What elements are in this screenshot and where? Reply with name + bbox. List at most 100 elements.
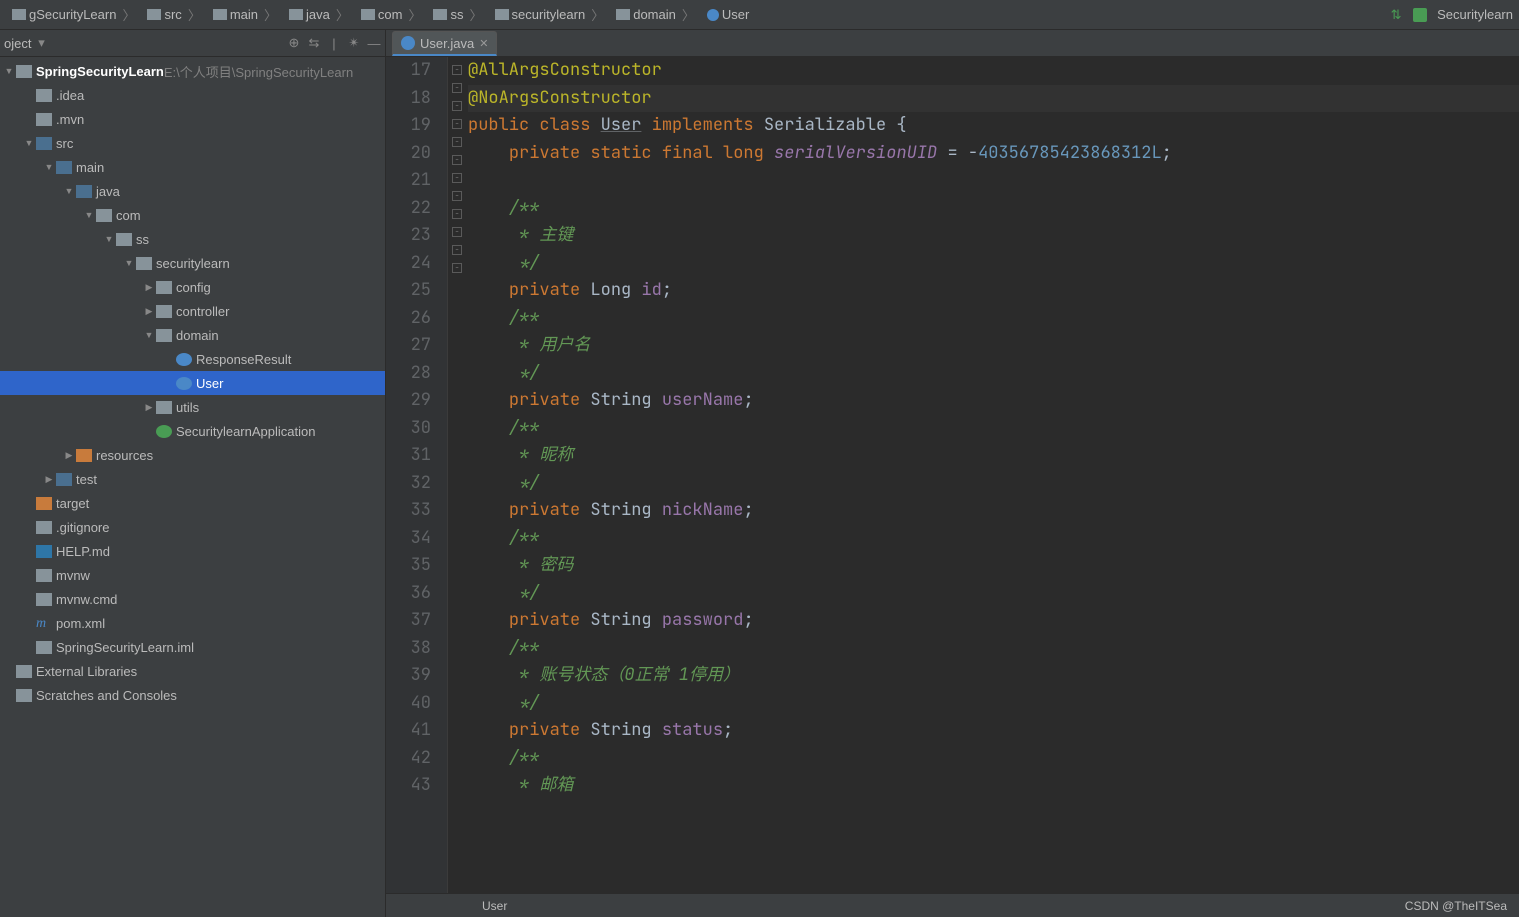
tree-node[interactable]: .mvn	[0, 107, 385, 131]
code-editor[interactable]: @AllArgsConstructor@NoArgsConstructorpub…	[466, 57, 1519, 893]
tree-node[interactable]: target	[0, 491, 385, 515]
line-number[interactable]: 21	[386, 167, 431, 195]
breadcrumb-item[interactable]: securitylearn〉	[489, 5, 611, 24]
line-number[interactable]: 37	[386, 607, 431, 635]
run-config-label[interactable]: Securitylearn	[1437, 7, 1513, 22]
fold-marker[interactable]: -	[452, 227, 462, 237]
tree-node[interactable]: Scratches and Consoles	[0, 683, 385, 707]
code-line[interactable]: @AllArgsConstructor	[468, 57, 1519, 85]
code-line[interactable]: /**	[468, 525, 1519, 553]
fold-marker[interactable]: -	[452, 173, 462, 183]
breadcrumb-item[interactable]: src〉	[141, 5, 206, 24]
line-number[interactable]: 43	[386, 772, 431, 800]
tree-twisty[interactable]: ▼	[62, 186, 76, 196]
line-number[interactable]: 19	[386, 112, 431, 140]
tree-node[interactable]: .gitignore	[0, 515, 385, 539]
tree-node[interactable]: HELP.md	[0, 539, 385, 563]
fold-marker[interactable]: -	[452, 83, 462, 93]
line-number[interactable]: 38	[386, 635, 431, 663]
tree-twisty[interactable]: ▼	[102, 234, 116, 244]
breadcrumb-item[interactable]: gSecurityLearn〉	[6, 5, 141, 24]
code-line[interactable]: */	[468, 690, 1519, 718]
code-line[interactable]: /**	[468, 195, 1519, 223]
tree-node[interactable]: mvnw.cmd	[0, 587, 385, 611]
tree-node[interactable]: External Libraries	[0, 659, 385, 683]
fold-marker[interactable]: -	[452, 65, 462, 75]
breadcrumb-item[interactable]: User	[701, 7, 755, 22]
line-number[interactable]: 31	[386, 442, 431, 470]
tree-twisty[interactable]: ▶	[142, 306, 156, 317]
code-line[interactable]: private String userName;	[468, 387, 1519, 415]
fold-marker[interactable]: -	[452, 101, 462, 111]
fold-column[interactable]: ------------	[448, 57, 466, 893]
line-number-gutter[interactable]: 1718192021222324252627282930313233343536…	[386, 57, 448, 893]
project-tree[interactable]: ▼SpringSecurityLearn E:\个人项目\SpringSecur…	[0, 57, 385, 917]
code-line[interactable]: /**	[468, 635, 1519, 663]
tree-twisty[interactable]: ▶	[142, 282, 156, 293]
breadcrumb-item[interactable]: java〉	[283, 5, 355, 24]
collapse-icon[interactable]: —	[367, 36, 381, 50]
code-line[interactable]: private String status;	[468, 717, 1519, 745]
gear-icon[interactable]: ✴	[347, 36, 361, 50]
code-line[interactable]: /**	[468, 305, 1519, 333]
tree-node[interactable]: ▼domain	[0, 323, 385, 347]
line-number[interactable]: 32	[386, 470, 431, 498]
line-number[interactable]: 36	[386, 580, 431, 608]
line-number[interactable]: 41	[386, 717, 431, 745]
tree-node[interactable]: ▼ss	[0, 227, 385, 251]
line-number[interactable]: 23	[386, 222, 431, 250]
line-number[interactable]: 20	[386, 140, 431, 168]
fold-marker[interactable]: -	[452, 155, 462, 165]
code-line[interactable]: * 主键	[468, 222, 1519, 250]
code-line[interactable]: */	[468, 470, 1519, 498]
tree-node[interactable]: mvnw	[0, 563, 385, 587]
line-number[interactable]: 42	[386, 745, 431, 773]
tree-twisty[interactable]: ▶	[62, 450, 76, 461]
line-number[interactable]: 33	[386, 497, 431, 525]
line-number[interactable]: 17	[386, 57, 431, 85]
tree-node-selected[interactable]: User	[0, 371, 385, 395]
code-line[interactable]: private static final long serialVersionU…	[468, 140, 1519, 168]
tree-node[interactable]: ResponseResult	[0, 347, 385, 371]
tree-node[interactable]: SpringSecurityLearn.iml	[0, 635, 385, 659]
tree-node[interactable]: ▼com	[0, 203, 385, 227]
tree-node[interactable]: .idea	[0, 83, 385, 107]
locate-icon[interactable]: ⊕	[287, 36, 301, 50]
line-number[interactable]: 27	[386, 332, 431, 360]
tree-node[interactable]: mpom.xml	[0, 611, 385, 635]
tree-node[interactable]: ▶test	[0, 467, 385, 491]
line-number[interactable]: 24	[386, 250, 431, 278]
breadcrumb-item[interactable]: ss〉	[427, 5, 488, 24]
tree-twisty[interactable]: ▶	[142, 402, 156, 413]
line-number[interactable]: 22	[386, 195, 431, 223]
breadcrumb-item[interactable]: domain〉	[610, 5, 701, 24]
breadcrumb-item[interactable]: main〉	[207, 5, 283, 24]
line-number[interactable]: 25	[386, 277, 431, 305]
tree-twisty[interactable]: ▼	[42, 162, 56, 172]
tree-node[interactable]: ▶controller	[0, 299, 385, 323]
code-line[interactable]: */	[468, 250, 1519, 278]
line-number[interactable]: 30	[386, 415, 431, 443]
code-line[interactable]: * 用户名	[468, 332, 1519, 360]
line-number[interactable]: 35	[386, 552, 431, 580]
line-number[interactable]: 28	[386, 360, 431, 388]
code-line[interactable]: */	[468, 360, 1519, 388]
line-number[interactable]: 39	[386, 662, 431, 690]
tree-node[interactable]: ▼main	[0, 155, 385, 179]
tree-twisty[interactable]: ▼	[82, 210, 96, 220]
close-icon[interactable]: ✕	[479, 37, 488, 50]
tree-node[interactable]: ▶config	[0, 275, 385, 299]
tree-twisty[interactable]: ▶	[42, 474, 56, 485]
settings-icon[interactable]: ⇆	[307, 36, 321, 50]
code-line[interactable]: private String nickName;	[468, 497, 1519, 525]
tree-node[interactable]: ▼java	[0, 179, 385, 203]
code-line[interactable]: private Long id;	[468, 277, 1519, 305]
fold-marker[interactable]: -	[452, 191, 462, 201]
code-line[interactable]: * 密码	[468, 552, 1519, 580]
fold-marker[interactable]: -	[452, 245, 462, 255]
tree-node[interactable]: ▶resources	[0, 443, 385, 467]
tree-twisty[interactable]: ▼	[142, 330, 156, 340]
tree-twisty[interactable]: ▼	[122, 258, 136, 268]
code-line[interactable]: */	[468, 580, 1519, 608]
chevron-down-icon[interactable]: ▾	[34, 36, 48, 50]
